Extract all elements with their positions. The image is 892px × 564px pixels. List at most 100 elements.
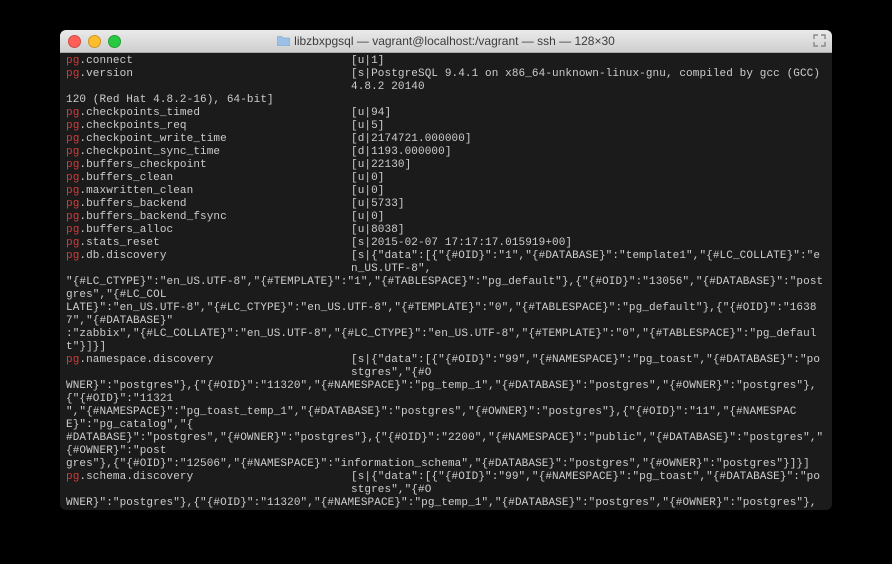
output-row: pg.connect[u|1] bbox=[66, 55, 826, 68]
metric-name: .checkpoint_write_time bbox=[79, 133, 226, 145]
output-row: pg.checkpoints_timed[u|94] bbox=[66, 107, 826, 120]
pg-prefix: pg bbox=[66, 146, 79, 158]
metric-name: .buffers_clean bbox=[79, 172, 173, 184]
output-line: "{#LC_CTYPE}":"en_US.UTF-8","{#TEMPLATE}… bbox=[66, 276, 826, 302]
pg-prefix: pg bbox=[66, 211, 79, 223]
output-row: pg.namespace.discovery[s|{"data":[{"{#OI… bbox=[66, 354, 826, 380]
metric-value: [s|2015-02-07 17:17:17.015919+00] bbox=[351, 237, 572, 250]
metric-value: [u|5] bbox=[351, 120, 385, 133]
pg-prefix: pg bbox=[66, 237, 79, 249]
output-row: pg.buffers_clean[u|0] bbox=[66, 172, 826, 185]
metric-value: [u|5733] bbox=[351, 198, 405, 211]
pg-prefix: pg bbox=[66, 198, 79, 210]
zoom-icon[interactable] bbox=[108, 35, 121, 48]
metric-value: [u|1] bbox=[351, 55, 385, 68]
metric-name: .checkpoint_sync_time bbox=[79, 146, 220, 158]
metric-value: [u|0] bbox=[351, 211, 385, 224]
pg-prefix: pg bbox=[66, 185, 79, 197]
pg-prefix: pg bbox=[66, 159, 79, 171]
pg-prefix: pg bbox=[66, 354, 79, 366]
metric-value: [u|8038] bbox=[351, 224, 405, 237]
traffic-lights bbox=[68, 35, 121, 48]
metric-key: pg.db.discovery bbox=[66, 250, 351, 276]
output-row: pg.checkpoints_req[u|5] bbox=[66, 120, 826, 133]
metric-name: .buffers_backend_fsync bbox=[79, 211, 226, 223]
metric-name: .namespace.discovery bbox=[79, 354, 213, 366]
close-icon[interactable] bbox=[68, 35, 81, 48]
pg-prefix: pg bbox=[66, 55, 79, 67]
output-line: ","{#NAMESPACE}":"pg_toast_temp_1","{#DA… bbox=[66, 406, 826, 432]
window-title: libzbxpgsql — vagrant@localhost:/vagrant… bbox=[60, 34, 832, 48]
output-line: WNER}":"postgres"},{"{#OID}":"11320","{#… bbox=[66, 380, 826, 406]
metric-value: [d|2174721.000000] bbox=[351, 133, 472, 146]
pg-prefix: pg bbox=[66, 250, 79, 262]
titlebar[interactable]: libzbxpgsql — vagrant@localhost:/vagrant… bbox=[60, 30, 832, 53]
pg-prefix: pg bbox=[66, 224, 79, 236]
folder-icon bbox=[277, 36, 290, 46]
metric-name: .buffers_checkpoint bbox=[79, 159, 206, 171]
metric-key: pg.buffers_backend_fsync bbox=[66, 211, 351, 224]
window-title-text: libzbxpgsql — vagrant@localhost:/vagrant… bbox=[294, 34, 615, 48]
output-row: pg.buffers_backend_fsync[u|0] bbox=[66, 211, 826, 224]
pg-prefix: pg bbox=[66, 133, 79, 145]
metric-key: pg.checkpoint_sync_time bbox=[66, 146, 351, 159]
metric-key: pg.checkpoints_req bbox=[66, 120, 351, 133]
metric-name: .version bbox=[79, 68, 133, 80]
output-line: :"zabbix","{#LC_COLLATE}":"en_US.UTF-8",… bbox=[66, 328, 826, 354]
output-row: pg.buffers_checkpoint[u|22130] bbox=[66, 159, 826, 172]
metric-value: [d|1193.000000] bbox=[351, 146, 452, 159]
metric-key: pg.schema.discovery bbox=[66, 471, 351, 497]
output-row: pg.checkpoint_write_time[d|2174721.00000… bbox=[66, 133, 826, 146]
metric-name: .buffers_backend bbox=[79, 198, 186, 210]
pg-prefix: pg bbox=[66, 107, 79, 119]
expand-icon[interactable] bbox=[813, 34, 826, 47]
metric-key: pg.checkpoint_write_time bbox=[66, 133, 351, 146]
metric-value: [s|{"data":[{"{#OID}":"1","{#DATABASE}":… bbox=[351, 250, 826, 276]
output-row: pg.db.discovery[s|{"data":[{"{#OID}":"1"… bbox=[66, 250, 826, 276]
metric-value: [u|0] bbox=[351, 172, 385, 185]
terminal-window: libzbxpgsql — vagrant@localhost:/vagrant… bbox=[60, 30, 832, 510]
output-line: gres"},{"{#OID}":"12506","{#NAMESPACE}":… bbox=[66, 458, 826, 471]
pg-prefix: pg bbox=[66, 68, 79, 80]
metric-name: .maxwritten_clean bbox=[79, 185, 193, 197]
metric-value: [u|22130] bbox=[351, 159, 411, 172]
metric-value: [u|94] bbox=[351, 107, 391, 120]
metric-key: pg.maxwritten_clean bbox=[66, 185, 351, 198]
pg-prefix: pg bbox=[66, 120, 79, 132]
metric-value: [u|0] bbox=[351, 185, 385, 198]
metric-key: pg.checkpoints_timed bbox=[66, 107, 351, 120]
output-row: pg.buffers_alloc[u|8038] bbox=[66, 224, 826, 237]
output-row: pg.checkpoint_sync_time[d|1193.000000] bbox=[66, 146, 826, 159]
metric-name: .stats_reset bbox=[79, 237, 159, 249]
output-line: 120 (Red Hat 4.8.2-16), 64-bit] bbox=[66, 94, 826, 107]
output-row: pg.maxwritten_clean[u|0] bbox=[66, 185, 826, 198]
metric-key: pg.buffers_backend bbox=[66, 198, 351, 211]
output-line: WNER}":"postgres"},{"{#OID}":"11320","{#… bbox=[66, 497, 826, 510]
output-row: pg.version[s|PostgreSQL 9.4.1 on x86_64-… bbox=[66, 68, 826, 94]
metric-value: [s|PostgreSQL 9.4.1 on x86_64-unknown-li… bbox=[351, 68, 826, 94]
metric-name: .schema.discovery bbox=[79, 471, 193, 483]
metric-key: pg.buffers_alloc bbox=[66, 224, 351, 237]
output-row: pg.schema.discovery[s|{"data":[{"{#OID}"… bbox=[66, 471, 826, 497]
metric-key: pg.buffers_clean bbox=[66, 172, 351, 185]
metric-value: [s|{"data":[{"{#OID}":"99","{#NAMESPACE}… bbox=[351, 354, 826, 380]
metric-name: .checkpoints_req bbox=[79, 120, 186, 132]
metric-name: .checkpoints_timed bbox=[79, 107, 200, 119]
metric-key: pg.namespace.discovery bbox=[66, 354, 351, 380]
output-line: #DATABASE}":"postgres","{#OWNER}":"postg… bbox=[66, 432, 826, 458]
metric-name: .buffers_alloc bbox=[79, 224, 173, 236]
pg-prefix: pg bbox=[66, 172, 79, 184]
output-line: LATE}":"en_US.UTF-8","{#LC_CTYPE}":"en_U… bbox=[66, 302, 826, 328]
metric-key: pg.connect bbox=[66, 55, 351, 68]
metric-name: .db.discovery bbox=[79, 250, 166, 262]
metric-value: [s|{"data":[{"{#OID}":"99","{#NAMESPACE}… bbox=[351, 471, 826, 497]
metric-name: .connect bbox=[79, 55, 133, 67]
metric-key: pg.version bbox=[66, 68, 351, 94]
minimize-icon[interactable] bbox=[88, 35, 101, 48]
metric-key: pg.stats_reset bbox=[66, 237, 351, 250]
metric-key: pg.buffers_checkpoint bbox=[66, 159, 351, 172]
terminal-content[interactable]: pg.connect[u|1]pg.version[s|PostgreSQL 9… bbox=[60, 53, 832, 510]
output-row: pg.buffers_backend[u|5733] bbox=[66, 198, 826, 211]
output-row: pg.stats_reset[s|2015-02-07 17:17:17.015… bbox=[66, 237, 826, 250]
pg-prefix: pg bbox=[66, 471, 79, 483]
